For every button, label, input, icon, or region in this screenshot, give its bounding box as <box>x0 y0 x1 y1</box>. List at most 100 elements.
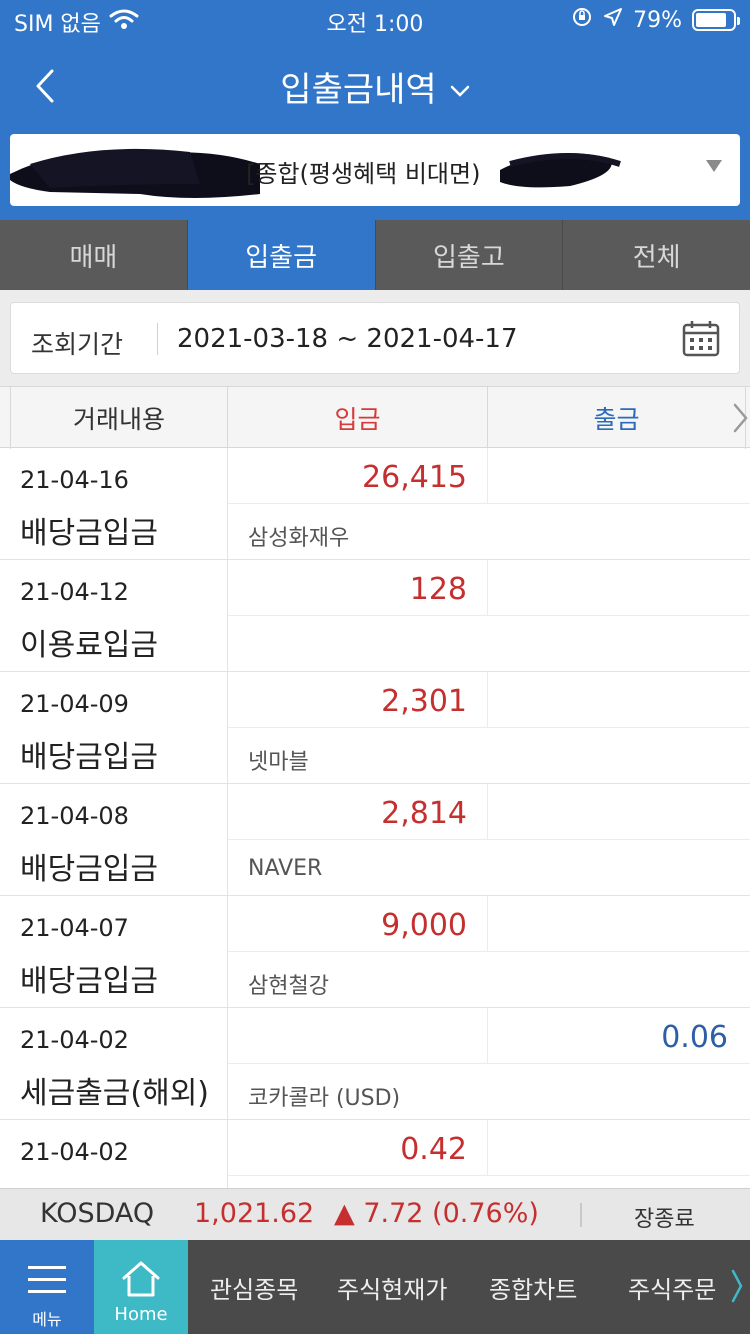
row-deposit-cell <box>228 1008 488 1064</box>
table-row[interactable]: 21-04-08 배당금입금 2,814 NAVER <box>0 784 750 896</box>
row-date: 21-04-08 <box>20 802 129 830</box>
dropdown-caret-icon <box>706 160 722 172</box>
row-description-cell: 21-04-09 배당금입금 <box>0 672 228 784</box>
battery-icon <box>692 9 740 31</box>
nav-chart[interactable]: 종합차트 <box>489 1270 577 1305</box>
row-date: 21-04-02 <box>20 1138 129 1166</box>
battery-percent: 79% <box>633 7 682 33</box>
table-header: 거래내용 입금 출금 <box>0 386 750 449</box>
period-selector[interactable]: 조회기간 2021-03-18 ~ 2021-04-17 <box>10 302 740 374</box>
transaction-list: 21-04-16 배당금입금 26,415 삼성화재우 21-04-12 이용료… <box>0 448 750 1188</box>
location-icon <box>603 7 623 33</box>
row-memo: NAVER <box>248 856 323 881</box>
ticker-price: 1,021.62 <box>194 1198 315 1229</box>
tab-trade[interactable]: 매매 <box>0 220 188 290</box>
table-row[interactable]: 21-04-02 배당금입금 0.42 <box>0 1120 750 1188</box>
row-deposit-cell: 2,301 <box>228 672 488 728</box>
row-description-cell: 21-04-16 배당금입금 <box>0 448 228 560</box>
tab-deposit-withdrawal[interactable]: 입출금 <box>187 220 376 290</box>
row-deposit-cell: 26,415 <box>228 448 488 504</box>
row-description-cell: 21-04-02 세금출금(해외) <box>0 1008 228 1120</box>
market-ticker[interactable]: KOSDAQ 1,021.62 ▲ 7.72 (0.76%) 장종료 <box>0 1188 750 1240</box>
row-deposit: 128 <box>409 572 467 607</box>
table-row[interactable]: 21-04-02 세금출금(해외) 0.06 코카콜라 (USD) <box>0 1008 750 1120</box>
row-type: 배당금입금 <box>20 740 158 775</box>
row-type: 배당금입금 <box>20 852 158 887</box>
table-row[interactable]: 21-04-12 이용료입금 128 <box>0 560 750 672</box>
row-withdrawal: 0.06 <box>661 1020 728 1055</box>
row-deposit: 26,415 <box>362 460 467 495</box>
divider <box>580 1203 582 1227</box>
row-deposit-cell: 9,000 <box>228 896 488 952</box>
app-header: 입출금내역 <box>0 48 750 124</box>
home-icon <box>122 1261 160 1297</box>
tab-label: 입출고 <box>432 242 505 273</box>
page-title-dropdown[interactable]: 입출금내역 <box>0 62 750 111</box>
period-label: 조회기간 <box>31 330 124 359</box>
menu-button[interactable]: 메뉴 <box>0 1240 94 1334</box>
row-type: 세금출금(해외) <box>20 1076 210 1111</box>
tab-label: 전체 <box>632 242 681 273</box>
column-header-withdrawal: 출금 <box>488 387 746 449</box>
period-value: 2021-03-18 ~ 2021-04-17 <box>177 324 518 354</box>
row-memo: 코카콜라 (USD) <box>248 1086 401 1111</box>
row-date: 21-04-09 <box>20 690 129 718</box>
nav-stock-price[interactable]: 주식현재가 <box>337 1270 447 1305</box>
table-row[interactable]: 21-04-07 배당금입금 9,000 삼현철강 <box>0 896 750 1008</box>
row-description-cell: 21-04-08 배당금입금 <box>0 784 228 896</box>
row-memo: 삼현철강 <box>248 974 329 999</box>
row-description-cell: 21-04-02 배당금입금 <box>0 1120 228 1188</box>
row-deposit: 2,814 <box>381 796 467 831</box>
row-description-cell: 21-04-07 배당금입금 <box>0 896 228 1008</box>
row-deposit: 2,301 <box>381 684 467 719</box>
row-withdrawal-cell <box>488 448 750 504</box>
period-section: 조회기간 2021-03-18 ~ 2021-04-17 <box>0 290 750 386</box>
row-withdrawal-cell <box>488 784 750 840</box>
row-withdrawal-cell: 0.06 <box>488 1008 750 1064</box>
row-date: 21-04-02 <box>20 1026 129 1054</box>
tab-label: 매매 <box>69 242 118 273</box>
row-deposit: 9,000 <box>381 908 467 943</box>
chevron-down-icon <box>443 79 470 104</box>
row-type: 배당금입금 <box>20 964 158 999</box>
market-status: 장종료 <box>634 1207 695 1232</box>
chevron-right-icon[interactable] <box>730 401 750 435</box>
row-deposit: 0.42 <box>400 1132 467 1167</box>
row-date: 21-04-12 <box>20 578 129 606</box>
row-date: 21-04-16 <box>20 466 129 494</box>
nav-stock-order[interactable]: 주식주문 <box>628 1270 716 1305</box>
row-description-cell: 21-04-12 이용료입금 <box>0 560 228 672</box>
hamburger-icon <box>28 1266 66 1293</box>
status-right: 79% <box>571 6 740 34</box>
calendar-icon[interactable] <box>681 319 721 359</box>
row-type: 이용료입금 <box>20 628 158 663</box>
table-row[interactable]: 21-04-09 배당금입금 2,301 넷마블 <box>0 672 750 784</box>
bottom-nav: 메뉴 Home 관심종목 주식현재가 종합차트 주식주문 <box>0 1240 750 1334</box>
row-withdrawal-cell <box>488 1120 750 1176</box>
home-button[interactable]: Home <box>94 1240 188 1334</box>
nav-watchlist[interactable]: 관심종목 <box>210 1270 298 1305</box>
status-bar: SIM 없음 오전 1:00 79% <box>0 0 750 40</box>
menu-label: 메뉴 <box>32 1310 62 1329</box>
divider <box>157 323 158 355</box>
row-type: 배당금입금 <box>20 516 158 551</box>
row-deposit-cell: 2,814 <box>228 784 488 840</box>
orientation-lock-icon <box>571 6 593 34</box>
row-date: 21-04-07 <box>20 914 129 942</box>
row-deposit-cell: 0.42 <box>228 1120 488 1176</box>
row-memo: 삼성화재우 <box>248 526 350 551</box>
table-row[interactable]: 21-04-16 배당금입금 26,415 삼성화재우 <box>0 448 750 560</box>
tab-label: 입출금 <box>245 242 317 273</box>
row-memo: 넷마블 <box>248 750 309 775</box>
row-type: 배당금입금 <box>20 1180 158 1188</box>
home-label: Home <box>114 1304 168 1325</box>
tab-all[interactable]: 전체 <box>563 220 750 290</box>
row-withdrawal-cell <box>488 560 750 616</box>
tab-bar: 매매 입출금 입출고 전체 <box>0 220 750 290</box>
account-select[interactable]: [종합(평생혜택 비대면) <box>10 134 740 206</box>
page-title: 입출금내역 <box>280 70 437 110</box>
row-deposit-cell: 128 <box>228 560 488 616</box>
chevron-right-icon[interactable] <box>730 1268 744 1304</box>
tab-stock-transfer[interactable]: 입출고 <box>376 220 564 290</box>
row-withdrawal-cell <box>488 672 750 728</box>
